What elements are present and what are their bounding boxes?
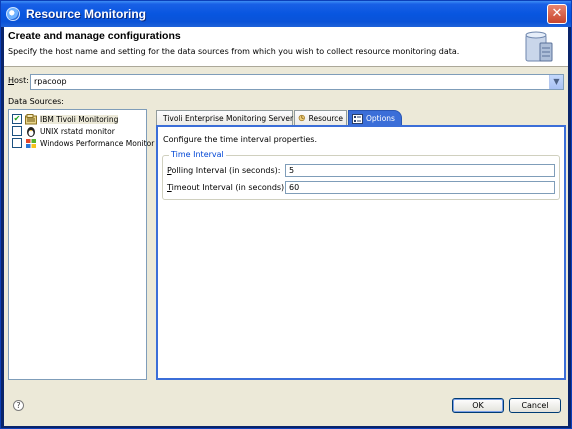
list-item[interactable]: UNIX rstatd monitor <box>12 125 115 137</box>
list-item-label: IBM Tivoli Monitoring <box>40 114 119 124</box>
options-icon <box>352 113 363 124</box>
options-description: Configure the time interval properties. <box>163 135 318 144</box>
close-button[interactable]: ✕ <box>547 4 567 24</box>
tab-bar: Tivoli Enterprise Monitoring Server Reso… <box>156 110 566 126</box>
timeout-label: Timeout Interval (in seconds): <box>167 183 287 192</box>
host-value: rpacoop <box>34 77 67 86</box>
list-item-label: Windows Performance Monitor <box>40 138 155 148</box>
help-icon[interactable]: ? <box>13 400 24 411</box>
list-item[interactable]: Windows Performance Monitor <box>12 137 154 149</box>
data-sources-list[interactable]: ✔ IBM Tivoli Monitoring UNIX rstatd moni… <box>8 109 154 380</box>
cancel-button[interactable]: Cancel <box>509 398 561 413</box>
chevron-down-icon[interactable]: ▼ <box>549 75 563 89</box>
host-combo[interactable]: rpacoop ▼ <box>30 74 564 90</box>
tab-label: Tivoli Enterprise Monitoring Server <box>163 113 294 123</box>
timeout-interval-input[interactable]: 60 <box>285 181 555 194</box>
checkbox[interactable] <box>12 126 22 136</box>
list-item[interactable]: ✔ IBM Tivoli Monitoring <box>12 113 119 125</box>
tab-options[interactable]: Options <box>348 110 402 126</box>
tivoli-icon <box>25 113 37 124</box>
resource-icon <box>298 114 305 122</box>
window-title: Resource Monitoring <box>26 7 147 21</box>
time-interval-group: Time Interval Polling Interval (in secon… <box>162 150 560 200</box>
host-row: Host: rpacoop ▼ <box>8 74 564 90</box>
page-title: Create and manage configurations <box>8 30 181 42</box>
app-icon <box>6 7 20 21</box>
checkbox[interactable] <box>12 138 22 148</box>
checkbox-checked[interactable]: ✔ <box>12 114 22 124</box>
tab-tivoli-server[interactable]: Tivoli Enterprise Monitoring Server <box>156 110 293 125</box>
polling-label: Polling Interval (in seconds): <box>167 166 281 175</box>
tab-resource[interactable]: Resource <box>294 110 347 125</box>
host-label: Host: <box>8 76 29 85</box>
windows-icon <box>26 138 36 148</box>
tab-label: Resource <box>308 113 343 123</box>
unix-icon <box>27 126 35 137</box>
database-icon <box>525 31 553 62</box>
tab-label: Options <box>366 114 395 123</box>
data-sources-label: Data Sources: <box>8 97 64 106</box>
group-title: Time Interval <box>169 150 226 159</box>
polling-row: Polling Interval (in seconds): 5 <box>167 164 557 178</box>
dialog-window: Resource Monitoring ✕ Create and manage … <box>0 0 572 429</box>
polling-interval-input[interactable]: 5 <box>285 164 555 177</box>
timeout-row: Timeout Interval (in seconds): 60 <box>167 181 557 195</box>
dialog-header: Create and manage configurations Specify… <box>4 27 568 67</box>
title-bar[interactable]: Resource Monitoring ✕ <box>1 1 571 27</box>
ok-button[interactable]: OK <box>452 398 504 413</box>
page-description: Specify the host name and setting for th… <box>8 47 460 56</box>
options-panel: Configure the time interval properties. … <box>156 125 566 380</box>
list-item-label: UNIX rstatd monitor <box>40 126 115 136</box>
dialog-content: Create and manage configurations Specify… <box>4 27 568 426</box>
